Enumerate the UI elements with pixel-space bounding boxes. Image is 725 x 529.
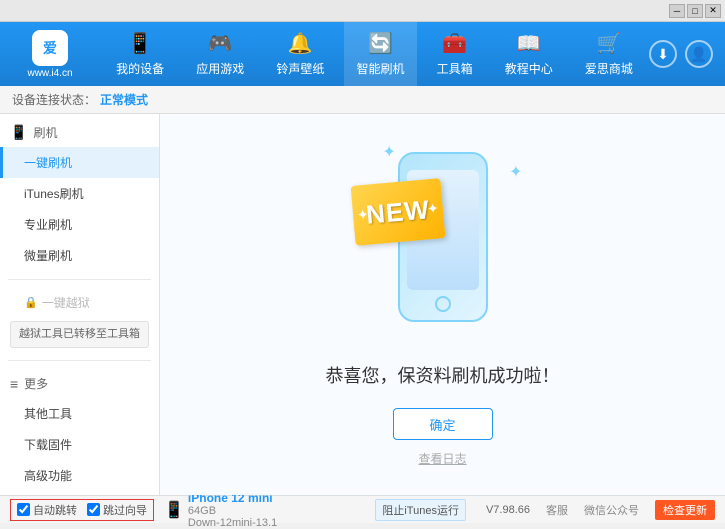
jailbreak-group-label: 一键越狱	[42, 294, 90, 311]
sidebar-section-more: ≡ 更多 其他工具 下载固件 高级功能	[0, 365, 159, 495]
sidebar-item-advanced[interactable]: 高级功能	[0, 460, 159, 491]
nav-item-shop[interactable]: 🛒 爱思商城	[573, 22, 645, 86]
bottom-bar: 自动跳转 跳过向导 📱 iPhone 12 mini 64GB Down-12m…	[0, 495, 725, 523]
apps-games-icon: 🎮	[208, 31, 233, 56]
sidebar-item-itunes-flash[interactable]: iTunes刷机	[0, 178, 159, 209]
version-label: V7.98.66	[486, 504, 530, 516]
nav-items: 📱 我的设备 🎮 应用游戏 🔔 铃声壁纸 🔄 智能刷机 🧰 工具箱 📖 教程中心…	[100, 22, 649, 86]
minimize-button[interactable]: ─	[669, 4, 685, 18]
sidebar-group-more[interactable]: ≡ 更多	[0, 369, 159, 398]
bottom-right: 阻止iTunes运行 V7.98.66 客服 微信公众号 检查更新	[375, 499, 715, 521]
auto-redirect-label: 自动跳转	[33, 502, 77, 518]
customer-service-link[interactable]: 客服	[546, 502, 568, 518]
flash-group-icon: 📱	[10, 124, 27, 141]
shop-icon: 🛒	[596, 31, 621, 56]
nav-right: ⬇ 👤	[649, 40, 725, 68]
toolbox-icon: 🧰	[442, 31, 467, 56]
sidebar-item-pro-flash[interactable]: 专业刷机	[0, 209, 159, 240]
main-layout: 📱 刷机 一键刷机 iTunes刷机 专业刷机 微量刷机 🔒 一键越狱	[0, 114, 725, 495]
sidebar-group-flash[interactable]: 📱 刷机	[0, 118, 159, 147]
download-button[interactable]: ⬇	[649, 40, 677, 68]
confirm-button[interactable]: 确定	[393, 408, 493, 440]
skip-wizard-checkbox[interactable]: 跳过向导	[87, 502, 147, 518]
window-controls[interactable]: ─ □ ✕	[669, 4, 721, 18]
sparkle-2: ✦	[509, 162, 522, 182]
nav-item-tutorial[interactable]: 📖 教程中心	[493, 22, 565, 86]
apps-games-label: 应用游戏	[196, 60, 244, 77]
pro-flash-label: 专业刷机	[24, 218, 72, 232]
phone-home-button	[435, 296, 451, 312]
title-bar: ─ □ ✕	[0, 0, 725, 22]
phone-illustration: ✦ ✦ ✦ ✦ NEW ✦	[353, 142, 533, 342]
auto-redirect-input[interactable]	[17, 503, 30, 516]
my-device-label: 我的设备	[116, 60, 164, 77]
logo-url: www.i4.cn	[27, 68, 72, 79]
shop-label: 爱思商城	[585, 60, 633, 77]
logo-icon: 爱	[32, 30, 68, 66]
nav-item-smart-flash[interactable]: 🔄 智能刷机	[344, 22, 416, 86]
other-tools-label: 其他工具	[24, 407, 72, 421]
more-group-label: 更多	[24, 375, 48, 392]
device-small-icon: 📱	[164, 500, 184, 520]
ringtone-label: 铃声壁纸	[276, 60, 324, 77]
sparkle-1: ✦	[383, 142, 396, 162]
status-value: 正常模式	[100, 91, 148, 108]
check-update-button[interactable]: 检查更新	[655, 500, 715, 520]
star-right-icon: ✦	[426, 200, 439, 218]
sidebar-section-jailbreak: 🔒 一键越狱 越狱工具已转移至工具箱	[0, 284, 159, 356]
itunes-flash-label: iTunes刷机	[24, 187, 84, 201]
sidebar-item-one-key-flash[interactable]: 一键刷机	[0, 147, 159, 178]
new-badge: ✦ NEW ✦	[350, 178, 445, 246]
nav-item-apps-games[interactable]: 🎮 应用游戏	[184, 22, 256, 86]
nav-item-toolbox[interactable]: 🧰 工具箱	[425, 22, 485, 86]
divider-2	[8, 360, 151, 361]
sidebar-item-download-firmware[interactable]: 下载固件	[0, 429, 159, 460]
top-nav: 爱 www.i4.cn 📱 我的设备 🎮 应用游戏 🔔 铃声壁纸 🔄 智能刷机 …	[0, 22, 725, 86]
my-device-icon: 📱	[128, 31, 153, 56]
one-key-flash-label: 一键刷机	[24, 156, 72, 170]
checkbox-group: 自动跳转 跳过向导	[10, 499, 154, 521]
tutorial-icon: 📖	[516, 31, 541, 56]
smart-flash-icon: 🔄	[368, 31, 393, 56]
sidebar: 📱 刷机 一键刷机 iTunes刷机 专业刷机 微量刷机 🔒 一键越狱	[0, 114, 160, 495]
user-button[interactable]: 👤	[685, 40, 713, 68]
lock-icon: 🔒	[24, 296, 38, 309]
maximize-button[interactable]: □	[687, 4, 703, 18]
more-group-icon: ≡	[10, 376, 18, 392]
jailbreak-notice: 越狱工具已转移至工具箱	[10, 321, 149, 348]
sidebar-item-micro-flash[interactable]: 微量刷机	[0, 240, 159, 271]
wechat-link[interactable]: 微信公众号	[584, 502, 639, 518]
download-firmware-label: 下载固件	[24, 438, 72, 452]
success-message: 恭喜您，保资料刷机成功啦！	[326, 362, 560, 388]
star-left-icon: ✦	[356, 206, 369, 224]
micro-flash-label: 微量刷机	[24, 249, 72, 263]
review-log-link[interactable]: 查看日志	[418, 450, 466, 467]
flash-group-label: 刷机	[33, 124, 57, 141]
status-bar: 设备连接状态： 正常模式	[0, 86, 725, 114]
tutorial-label: 教程中心	[505, 60, 553, 77]
toolbox-label: 工具箱	[437, 60, 473, 77]
skip-wizard-label: 跳过向导	[103, 502, 147, 518]
close-button[interactable]: ✕	[705, 4, 721, 18]
ringtone-icon: 🔔	[288, 31, 313, 56]
skip-wizard-input[interactable]	[87, 503, 100, 516]
content-area: ✦ ✦ ✦ ✦ NEW ✦ 恭喜您，保资料刷机成功啦！ 确定 查看日志	[160, 114, 725, 495]
auto-redirect-checkbox[interactable]: 自动跳转	[17, 502, 77, 518]
sidebar-section-flash: 📱 刷机 一键刷机 iTunes刷机 专业刷机 微量刷机	[0, 114, 159, 275]
nav-item-my-device[interactable]: 📱 我的设备	[104, 22, 176, 86]
nav-item-ringtone[interactable]: 🔔 铃声壁纸	[264, 22, 336, 86]
divider-1	[8, 279, 151, 280]
status-label: 设备连接状态：	[12, 91, 96, 108]
new-badge-text: NEW	[364, 194, 430, 230]
logo[interactable]: 爱 www.i4.cn	[0, 22, 100, 86]
advanced-label: 高级功能	[24, 469, 72, 483]
sidebar-item-other-tools[interactable]: 其他工具	[0, 398, 159, 429]
device-storage: 64GB	[188, 505, 277, 517]
sidebar-group-jailbreak: 🔒 一键越狱	[0, 288, 159, 317]
stop-itunes-button[interactable]: 阻止iTunes运行	[375, 499, 466, 521]
smart-flash-label: 智能刷机	[356, 60, 404, 77]
